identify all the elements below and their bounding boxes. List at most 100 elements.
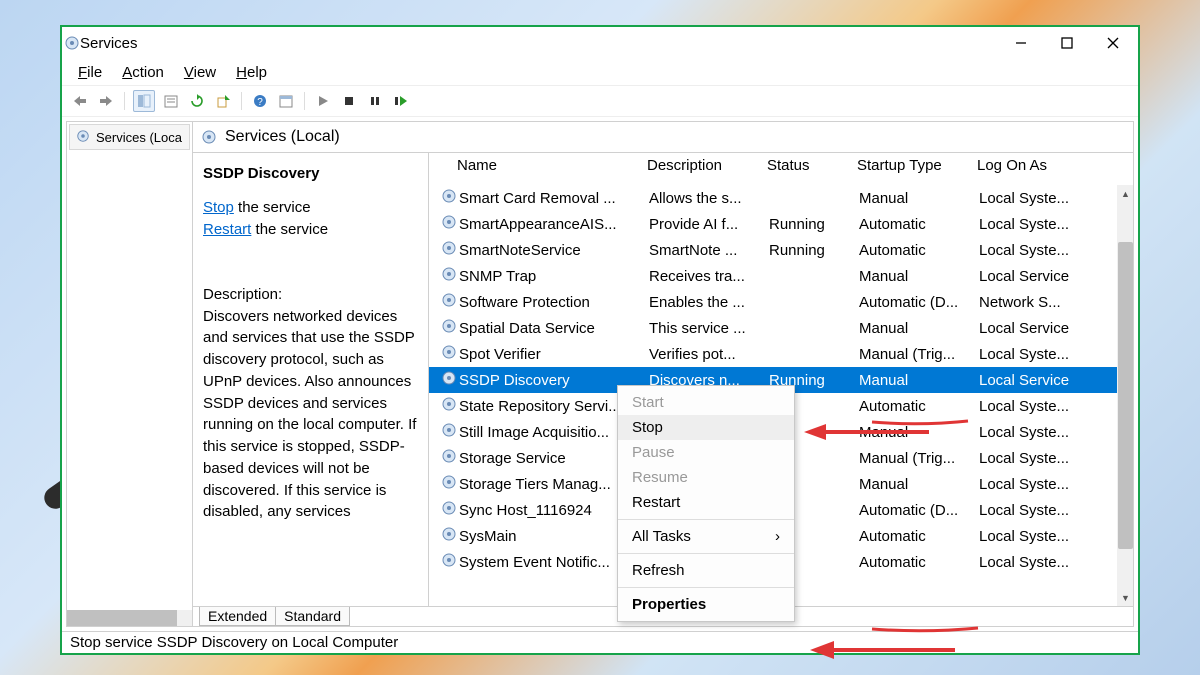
col-name[interactable]: Name [457,157,647,174]
export-button[interactable] [213,91,233,111]
tree-label: Services (Loca [96,130,182,145]
properties-toolbar-button[interactable] [276,91,296,111]
toolbar: ? [62,85,1138,117]
cell-startup: Manual [859,372,979,389]
cell-startup: Manual (Trig... [859,346,979,363]
gear-icon [441,266,457,286]
scroll-down-icon[interactable]: ▼ [1117,589,1133,606]
minimize-button[interactable] [998,28,1044,58]
details-panel: SSDP Discovery Stop the service Restart … [193,153,429,606]
restart-toolbar-button[interactable] [391,91,411,111]
play-button[interactable] [313,91,333,111]
cell-logon: Local Service [979,320,1089,337]
menu-help[interactable]: Help [230,62,273,83]
cell-logon: Local Syste... [979,242,1089,259]
col-startup[interactable]: Startup Type [857,157,977,174]
service-row[interactable]: Spot VerifierVerifies pot... Manual (Trig… [429,341,1133,367]
gear-icon [76,129,92,145]
col-logon[interactable]: Log On As [977,157,1087,174]
gear-icon [441,318,457,338]
service-row[interactable]: Spatial Data ServiceThis service ...Manu… [429,315,1133,341]
menubar: File Action View Help [62,59,1138,85]
ctx-properties[interactable]: Properties [618,592,794,617]
cell-logon: Local Syste... [979,346,1089,363]
service-row[interactable]: SmartAppearanceAIS...Provide AI f...Runn… [429,211,1133,237]
forward-button[interactable] [96,91,116,111]
cell-startup: Manual [859,268,979,285]
cell-logon: Local Syste... [979,528,1089,545]
cell-startup: Manual [859,424,979,441]
status-bar: Stop service SSDP Discovery on Local Com… [62,631,1138,653]
cell-name: Software Protection [459,294,649,311]
cell-desc: Provide AI f... [649,216,769,233]
titlebar[interactable]: Services [62,27,1138,59]
tree-services-local[interactable]: Services (Loca [69,124,190,150]
scroll-up-icon[interactable]: ▲ [1117,185,1133,202]
cell-startup: Manual (Trig... [859,450,979,467]
ctx-stop[interactable]: Stop [618,415,794,440]
tab-standard[interactable]: Standard [275,607,350,626]
service-row[interactable]: Smart Card Removal ...Allows the s...Man… [429,185,1133,211]
cell-startup: Automatic [859,398,979,415]
ctx-start: Start [618,390,794,415]
gear-icon [441,188,457,208]
tree-hscroll[interactable] [67,610,192,626]
gear-icon [441,370,457,390]
close-button[interactable] [1090,28,1136,58]
col-description[interactable]: Description [647,157,767,174]
stop-link[interactable]: Stop [203,199,234,216]
column-headers[interactable]: Name Description Status Startup Type Log… [429,153,1133,179]
cell-startup: Automatic (D... [859,294,979,311]
maximize-button[interactable] [1044,28,1090,58]
cell-logon: Local Syste... [979,424,1089,441]
cell-status: Running [769,216,859,233]
gear-icon [441,240,457,260]
service-row[interactable]: SNMP TrapReceives tra...ManualLocal Serv… [429,263,1133,289]
tab-extended[interactable]: Extended [199,607,276,626]
ctx-alltasks[interactable]: All Tasks› [618,524,794,549]
menu-file[interactable]: File [72,62,108,83]
cell-desc: SmartNote ... [649,242,769,259]
scroll-thumb[interactable] [1118,242,1133,549]
context-menu: Start Stop Pause Resume Restart All Task… [617,385,795,622]
cell-name: SNMP Trap [459,268,649,285]
vscrollbar[interactable]: ▲ ▼ [1117,185,1133,606]
help-button[interactable]: ? [250,91,270,111]
cell-logon: Local Syste... [979,554,1089,571]
stop-toolbar-button[interactable] [339,91,359,111]
gear-icon [441,526,457,546]
ctx-restart[interactable]: Restart [618,490,794,515]
cell-logon: Local Syste... [979,450,1089,467]
cell-name: Spatial Data Service [459,320,649,337]
show-hide-tree-button[interactable] [133,90,155,112]
restart-link[interactable]: Restart [203,221,251,238]
ctx-refresh[interactable]: Refresh [618,558,794,583]
cell-logon: Local Service [979,372,1089,389]
cell-name: Smart Card Removal ... [459,190,649,207]
service-row[interactable]: SmartNoteServiceSmartNote ...RunningAuto… [429,237,1133,263]
export-list-button[interactable] [161,91,181,111]
pause-toolbar-button[interactable] [365,91,385,111]
cell-logon: Local Syste... [979,398,1089,415]
back-button[interactable] [70,91,90,111]
cell-startup: Automatic [859,554,979,571]
gear-icon [441,474,457,494]
cell-status: Running [769,242,859,259]
service-row[interactable]: Software ProtectionEnables the ...Automa… [429,289,1133,315]
cell-logon: Local Syste... [979,476,1089,493]
cell-desc: Verifies pot... [649,346,769,363]
cell-logon: Network S... [979,294,1089,311]
col-status[interactable]: Status [767,157,857,174]
cell-logon: Local Service [979,268,1089,285]
menu-view[interactable]: View [178,62,222,83]
gear-icon [441,500,457,520]
gear-icon [441,292,457,312]
list-header: Services (Local) [193,122,1133,153]
menu-action[interactable]: Action [116,62,170,83]
gear-icon [441,552,457,572]
cell-startup: Automatic [859,528,979,545]
refresh-toolbar-button[interactable] [187,91,207,111]
services-window: Services File Action View Help ? [60,25,1140,655]
cell-name: Spot Verifier [459,346,649,363]
services-app-icon [64,35,80,51]
